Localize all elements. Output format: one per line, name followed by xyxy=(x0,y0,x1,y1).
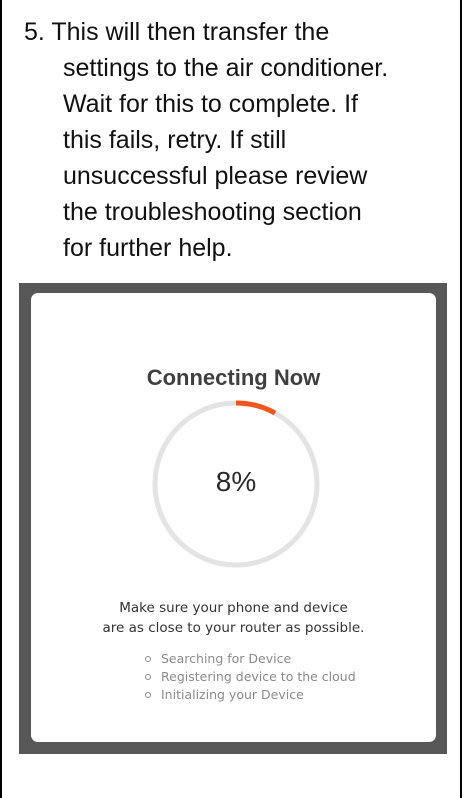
hint-line: are as close to your router as possible. xyxy=(102,620,365,636)
list-item: Initializing your Device xyxy=(141,686,356,704)
list-item: Searching for Device xyxy=(141,650,356,668)
instruction-line: this fails, retry. If still xyxy=(63,126,287,154)
status-item-label: Searching for Device xyxy=(161,651,292,666)
step-5-instruction: 5. This will then transfer the settings … xyxy=(24,14,454,266)
instruction-line: the troubleshooting section xyxy=(63,198,362,226)
instruction-line: Wait for this to complete. If xyxy=(63,90,359,118)
status-item-label: Initializing your Device xyxy=(161,687,304,702)
left-border-rule xyxy=(0,0,2,798)
connecting-screen: Connecting Now 8% Make sure your phone a… xyxy=(31,293,436,742)
bullet-circle-icon xyxy=(145,656,151,662)
progress-arc xyxy=(235,400,277,416)
instruction-line: unsuccessful please review xyxy=(63,162,368,190)
instruction-line: settings to the air conditioner. xyxy=(63,54,389,82)
progress-percent-label: 8% xyxy=(215,466,257,497)
bullet-circle-icon xyxy=(145,692,151,698)
hint-line: Make sure your phone and device xyxy=(119,600,348,616)
app-screenshot-frame: Connecting Now 8% Make sure your phone a… xyxy=(19,283,447,754)
bullet-circle-icon xyxy=(145,674,151,680)
instruction-line: 5. This will then transfer the xyxy=(24,18,330,46)
right-border-rule xyxy=(460,0,462,798)
proximity-hint: Make sure your phone and device are as c… xyxy=(31,598,436,638)
status-item-label: Registering device to the cloud xyxy=(161,669,356,684)
instruction-line: for further help. xyxy=(63,234,233,262)
list-item: Registering device to the cloud xyxy=(141,668,356,686)
connecting-title: Connecting Now xyxy=(146,365,321,390)
connection-steps-list: Searching for Device Registering device … xyxy=(141,650,356,704)
